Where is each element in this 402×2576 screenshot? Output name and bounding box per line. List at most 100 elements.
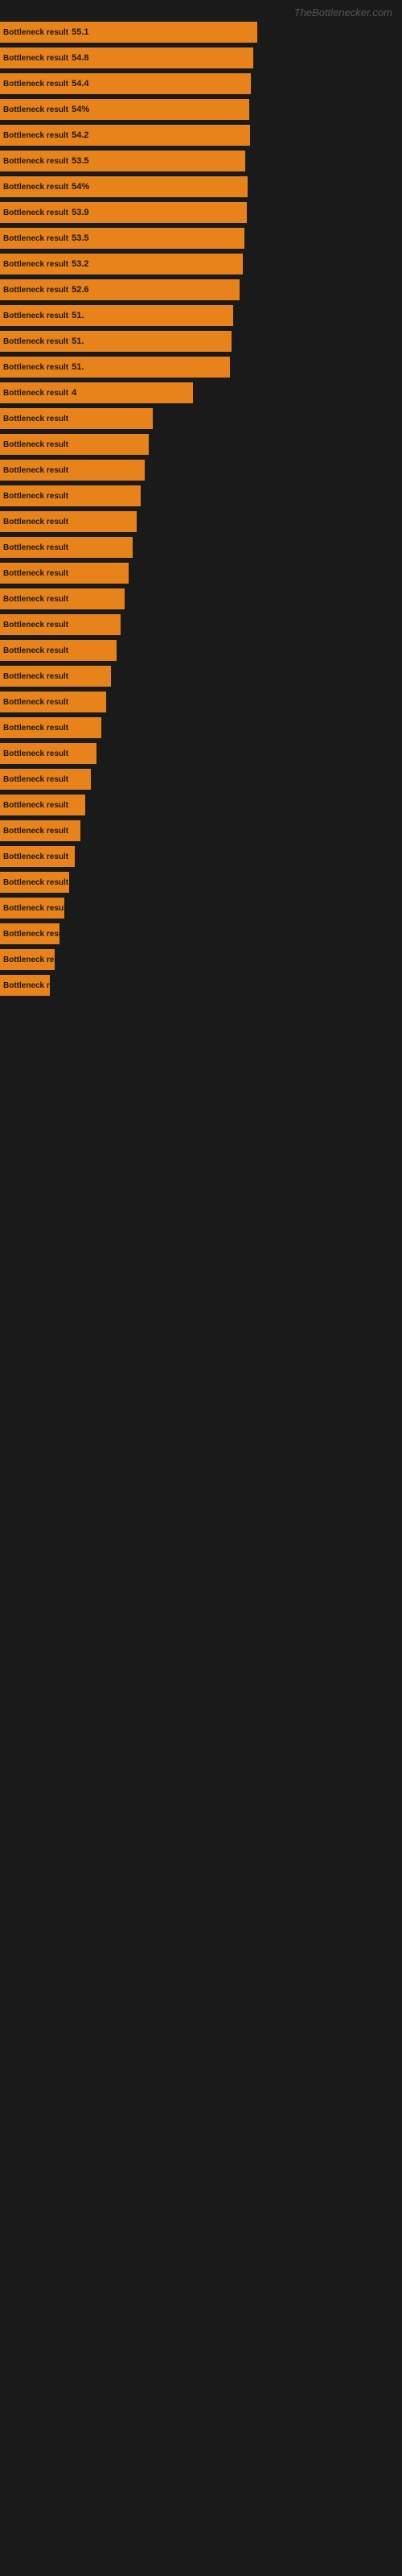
bar-label: Bottleneck result [3,749,68,758]
bar-item: Bottleneck result [0,872,69,893]
bar-row: Bottleneck result [0,588,402,609]
bars-container: Bottleneck result 55.1 Bottleneck result 54… [0,22,402,996]
bar-item: Bottleneck result [0,717,101,738]
bar-label: Bottleneck result [3,440,68,449]
bar-row: Bottleneck result [0,666,402,687]
bar-label: Bottleneck result [3,956,68,964]
bar-row: Bottleneck result [0,743,402,764]
bar-row: Bottleneck result [0,434,402,455]
bar-label: Bottleneck result [3,827,68,836]
bar-row: Bottleneck result 54.8 [0,47,402,68]
bar-item: Bottleneck result 4 [0,382,193,403]
bar-label: Bottleneck result [3,698,68,707]
bar-row: Bottleneck result [0,460,402,481]
bar-label: Bottleneck result [3,337,68,346]
bar-label: Bottleneck result [3,363,68,372]
bar-row: Bottleneck result [0,408,402,429]
bar-label: Bottleneck result [3,234,68,243]
bar-item: Bottleneck result 54.4 [0,73,251,94]
bar-value: 54.2 [72,130,88,140]
bar-label: Bottleneck result [3,80,68,89]
bar-label: Bottleneck result [3,260,68,269]
bar-value: 55.1 [72,27,88,37]
bar-label: Bottleneck result [3,131,68,140]
bar-row: Bottleneck result 53.5 [0,151,402,171]
bar-row: Bottleneck result [0,769,402,790]
bar-item: Bottleneck result [0,691,106,712]
bar-value: 51. [72,362,84,372]
bar-item: Bottleneck result [0,898,64,919]
bar-row: Bottleneck result 52.6 [0,279,402,300]
bar-row: Bottleneck result 53.9 [0,202,402,223]
bar-item: Bottleneck result [0,588,125,609]
bar-value: 52.6 [72,285,88,295]
bar-item: Bottleneck result [0,537,133,558]
bar-row: Bottleneck result [0,614,402,635]
bar-row: Bottleneck result [0,975,402,996]
bar-item: Bottleneck result 52.6 [0,279,240,300]
bar-row: Bottleneck result [0,872,402,893]
bar-row: Bottleneck result53.5 [0,228,402,249]
bar-label: Bottleneck result [3,543,68,552]
bar-label: Bottleneck result [3,646,68,655]
bar-item: Bottleneck result [0,640,117,661]
bar-row: Bottleneck result 4 [0,382,402,403]
bar-item: Bottleneck result 54% [0,99,249,120]
bar-row: Bottleneck result [0,563,402,584]
bar-row: Bottleneck result [0,949,402,970]
bar-row: Bottleneck result54% [0,176,402,197]
bar-row: Bottleneck result [0,923,402,944]
bar-item: Bottleneck result54% [0,176,248,197]
bar-item: Bottleneck result 51. [0,357,230,378]
bar-row: Bottleneck result 54.2 [0,125,402,146]
bar-label: Bottleneck result [3,724,68,733]
bar-value: 53.9 [72,208,88,217]
bar-row: Bottleneck result [0,485,402,506]
bar-label: Bottleneck result [3,54,68,63]
bar-item: Bottleneck result [0,923,59,944]
bar-item: Bottleneck result 53.9 [0,202,247,223]
bar-row: Bottleneck result [0,511,402,532]
bar-item: Bottleneck result [0,614,121,635]
bar-row: Bottleneck result 51. [0,357,402,378]
bar-value: 54.8 [72,53,88,63]
bar-item: Bottleneck result [0,846,75,867]
bar-item: Bottleneck result [0,563,129,584]
bar-label: Bottleneck result [3,852,68,861]
bar-value: 51. [72,311,84,320]
bar-label: Bottleneck result [3,569,68,578]
bar-value: 54% [72,105,89,114]
bar-item: Bottleneck result [0,511,137,532]
bar-label: Bottleneck result [3,621,68,630]
bar-label: Bottleneck result [3,981,68,990]
bar-label: Bottleneck result [3,672,68,681]
bar-label: Bottleneck result [3,28,68,37]
bar-label: Bottleneck result [3,157,68,166]
bar-row: Bottleneck result [0,898,402,919]
bar-item: Bottleneck result53.5 [0,228,244,249]
bar-value: 54.4 [72,79,88,89]
bar-label: Bottleneck result [3,492,68,501]
bar-label: Bottleneck result [3,286,68,295]
bar-value: 53.5 [72,156,88,166]
bar-row: Bottleneck result [0,846,402,867]
bar-item: Bottleneck result [0,666,111,687]
bar-value: 53.2 [72,259,88,269]
bar-label: Bottleneck result [3,930,68,939]
bar-label: Bottleneck result [3,389,68,398]
bar-item: Bottleneck result [0,975,50,996]
bar-item: Bottleneck result 55.1 [0,22,257,43]
bar-row: Bottleneck result [0,691,402,712]
bar-row: Bottleneck result 51. [0,331,402,352]
bar-label: Bottleneck result [3,208,68,217]
bar-label: Bottleneck result [3,105,68,114]
bar-item: Bottleneck result [0,485,141,506]
bar-value: 4 [72,388,76,398]
bar-label: Bottleneck result [3,904,68,913]
bar-item: Bottleneck result [0,460,145,481]
bar-value: 51. [72,336,84,346]
bar-label: Bottleneck result [3,415,68,423]
bar-label: Bottleneck result [3,183,68,192]
bar-item: Bottleneck result 53.2 [0,254,243,275]
bar-item: Bottleneck result 54.8 [0,47,253,68]
